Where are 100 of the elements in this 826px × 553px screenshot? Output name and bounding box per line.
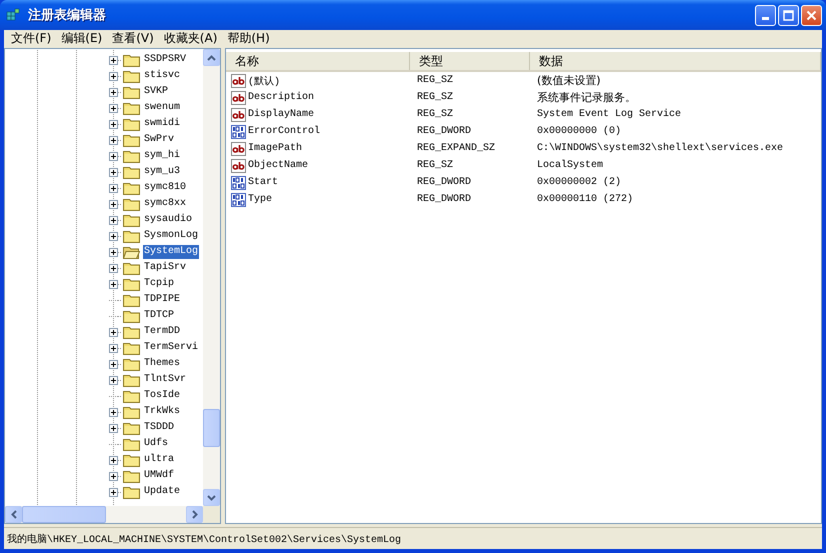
value-name: DisplayName — [248, 109, 314, 120]
folder-icon — [123, 325, 140, 339]
tree-item[interactable]: sym_u3 — [143, 165, 182, 179]
status-path: 我的电脑\HKEY_LOCAL_MACHINE\SYSTEM\ControlSet002\Services\SystemLog — [6, 532, 402, 546]
tree-item[interactable]: Udfs — [143, 437, 170, 451]
menu-item[interactable]: 编辑(E) — [56, 30, 108, 47]
value-data: 0x00000110 (272) — [536, 194, 634, 205]
close-button[interactable] — [801, 4, 822, 26]
expand-icon[interactable] — [109, 152, 118, 160]
expand-icon[interactable] — [109, 344, 118, 352]
expand-icon[interactable] — [109, 120, 118, 128]
column-header[interactable]: 名称 — [226, 52, 410, 70]
value-type: REG_EXPAND_SZ — [416, 143, 496, 154]
maximize-button[interactable] — [778, 4, 799, 26]
scroll-up-button[interactable] — [203, 49, 220, 66]
expand-icon[interactable] — [109, 264, 118, 272]
scroll-right-button[interactable] — [186, 506, 203, 523]
tree-item[interactable]: TDTCP — [143, 309, 176, 323]
scrollbar-corner — [203, 506, 220, 523]
scroll-down-button[interactable] — [203, 489, 220, 506]
tree-item[interactable]: symc810 — [143, 181, 188, 195]
folder-icon — [123, 213, 140, 227]
value-name: ImagePath — [248, 143, 302, 154]
tree-item[interactable]: sym_hi — [143, 149, 182, 163]
expand-icon[interactable] — [109, 232, 118, 240]
tree-item[interactable]: SVKP — [143, 85, 170, 99]
expand-icon[interactable] — [109, 136, 118, 144]
column-header[interactable]: 类型 — [410, 52, 530, 70]
tree-item[interactable]: TermServi — [143, 341, 200, 355]
value-type: REG_SZ — [416, 109, 454, 120]
tree-item[interactable]: stisvc — [143, 69, 182, 83]
tree-item[interactable]: TDPIPE — [143, 293, 182, 307]
close-icon — [806, 10, 817, 20]
minimize-button[interactable] — [755, 4, 776, 26]
folder-icon — [123, 405, 140, 419]
tree-item[interactable]: Themes — [143, 357, 182, 371]
column-header[interactable]: 数据 — [530, 52, 821, 70]
caret-up-icon — [207, 54, 216, 60]
menu-item[interactable]: 收藏夹(A) — [158, 30, 222, 47]
tree-item[interactable]: swenum — [143, 101, 182, 115]
folder-icon — [123, 421, 140, 435]
expand-icon[interactable] — [109, 280, 118, 288]
tree-item[interactable]: TlntSvr — [143, 373, 188, 387]
expand-icon[interactable] — [109, 328, 118, 336]
tree-item[interactable]: symc8xx — [143, 197, 188, 211]
expand-icon[interactable] — [109, 376, 118, 384]
minimize-icon — [762, 17, 769, 20]
tree-item[interactable]: sysaudio — [143, 213, 194, 227]
tree-item[interactable]: TosIde — [143, 389, 182, 403]
folder-icon — [123, 181, 140, 195]
value-type: REG_DWORD — [416, 194, 472, 205]
expand-icon[interactable] — [109, 456, 118, 464]
scroll-left-button[interactable] — [5, 506, 22, 523]
expand-icon[interactable] — [109, 184, 118, 192]
expand-icon[interactable] — [109, 408, 118, 416]
value-data: 0x00000002 (2) — [536, 177, 622, 188]
tree-item[interactable]: TSDDD — [143, 421, 176, 435]
scroll-thumb[interactable] — [203, 409, 220, 447]
expand-icon[interactable] — [109, 56, 118, 64]
tree-item[interactable]: swmidi — [143, 117, 182, 131]
tree-item[interactable]: UMWdf — [143, 469, 176, 483]
value-name: Type — [248, 194, 272, 205]
expand-icon[interactable] — [109, 168, 118, 176]
expand-icon[interactable] — [109, 216, 118, 224]
expand-icon[interactable] — [109, 72, 118, 80]
folder-icon — [123, 261, 140, 275]
expand-icon[interactable] — [109, 200, 118, 208]
tree-item[interactable]: TapiSrv — [143, 261, 188, 275]
tree-item[interactable]: SysmonLog — [143, 229, 200, 243]
menu-item[interactable]: 文件(F) — [6, 30, 56, 47]
expand-icon[interactable] — [109, 424, 118, 432]
menu-item[interactable]: 查看(V) — [107, 30, 159, 47]
vertical-scrollbar[interactable] — [203, 49, 220, 506]
tree-item[interactable]: TermDD — [143, 325, 182, 339]
value-data: 系统事件记录服务。 — [536, 90, 637, 105]
expand-icon[interactable] — [109, 104, 118, 112]
folder-icon — [123, 453, 140, 467]
scroll-thumb[interactable] — [22, 506, 106, 523]
value-name: (默认) — [248, 75, 280, 88]
expand-icon[interactable] — [109, 248, 118, 256]
menu-item[interactable]: 帮助(H) — [222, 30, 275, 47]
horizontal-scrollbar[interactable] — [5, 506, 203, 523]
tree-item[interactable]: SSDPSRV — [143, 53, 188, 67]
expand-icon[interactable] — [109, 488, 118, 496]
expand-icon[interactable] — [109, 88, 118, 96]
tree-item[interactable]: SwPrv — [143, 133, 176, 147]
value-type: REG_SZ — [416, 160, 454, 171]
value-type: REG_DWORD — [416, 177, 472, 188]
tree-item[interactable]: TrkWks — [143, 405, 182, 419]
expand-icon[interactable] — [109, 472, 118, 480]
value-data: LocalSystem — [536, 160, 604, 171]
folder-icon — [123, 85, 140, 99]
tree-item[interactable]: SystemLog — [143, 245, 200, 259]
tree-item[interactable]: ultra — [143, 453, 176, 467]
folder-icon — [123, 53, 140, 67]
caret-down-icon — [207, 494, 216, 500]
expand-icon[interactable] — [109, 360, 118, 368]
value-data: 0x00000000 (0) — [536, 126, 622, 137]
tree-item[interactable]: Update — [143, 485, 182, 499]
tree-item[interactable]: Tcpip — [143, 277, 176, 291]
